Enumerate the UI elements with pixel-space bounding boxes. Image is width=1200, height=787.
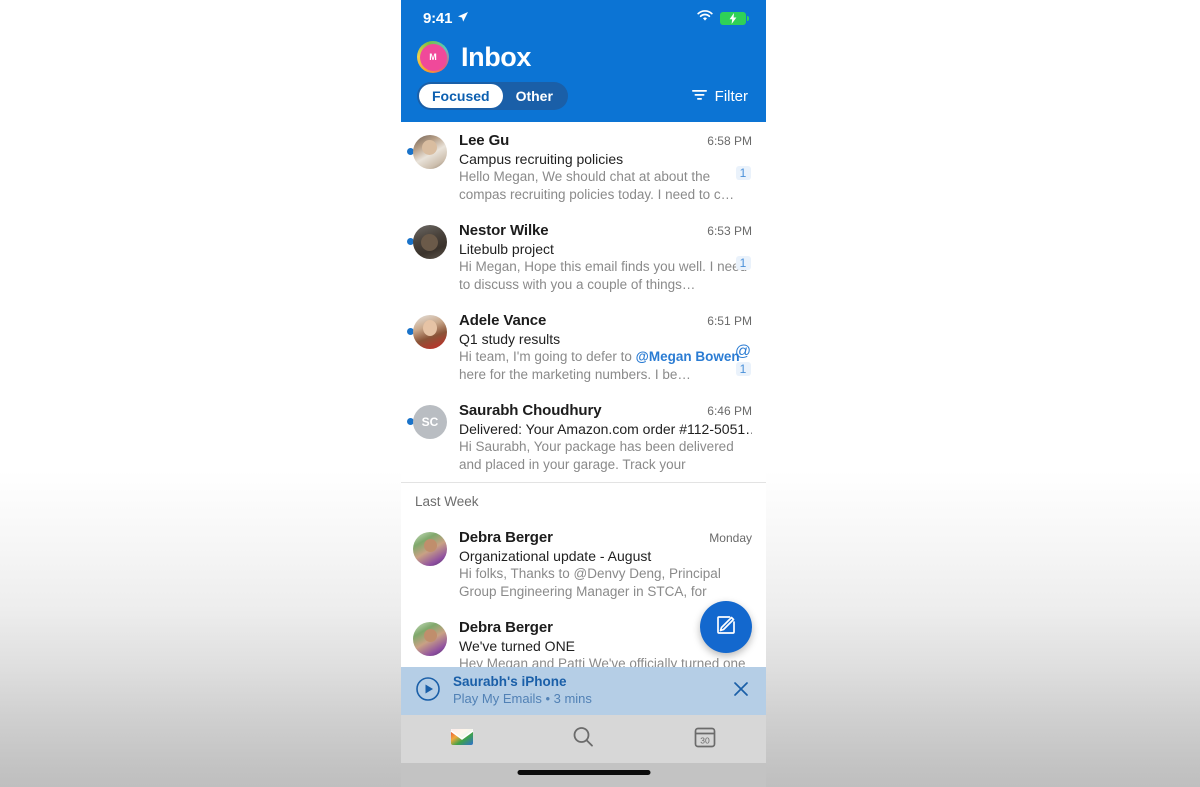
timestamp: 6:46 PM bbox=[707, 404, 752, 418]
message-count-badge: 1 bbox=[735, 362, 751, 376]
preview-text: Hi team, I'm going to defer to @Megan Bo… bbox=[459, 348, 752, 383]
sender-name: Adele Vance bbox=[459, 312, 547, 329]
page-background: 9:41 M Inbox Focused Other Filter Lee Gu… bbox=[0, 0, 1200, 787]
table-row[interactable]: Lee Gu 6:58 PM Campus recruiting policie… bbox=[401, 122, 766, 212]
avatar[interactable]: M bbox=[417, 41, 449, 73]
home-indicator bbox=[517, 770, 650, 775]
message-header: Saurabh Choudhury 6:46 PM bbox=[459, 402, 752, 419]
sender-name: Debra Berger bbox=[459, 619, 553, 636]
filter-icon bbox=[691, 88, 708, 105]
subject-line: Organizational update - August bbox=[459, 548, 652, 564]
badge-column: @ 1 bbox=[732, 344, 754, 378]
message-content: Nestor Wilke 6:53 PM Litebulb project Hi… bbox=[459, 222, 752, 294]
avatar-initial: M bbox=[419, 43, 447, 71]
preview-text: Hi Saurabh, Your package has been delive… bbox=[459, 438, 752, 474]
timestamp: 6:53 PM bbox=[707, 224, 752, 238]
message-header: Debra Berger Monday bbox=[459, 529, 752, 546]
status-time: 9:41 bbox=[423, 9, 453, 27]
message-content: Saurabh Choudhury 6:46 PM Delivered: You… bbox=[459, 402, 752, 474]
status-bar: 9:41 bbox=[401, 0, 766, 36]
avatar[interactable] bbox=[413, 135, 447, 169]
header-title-row: M Inbox bbox=[417, 36, 748, 73]
preview-line-2: and placed in your garage. Track your pa… bbox=[459, 456, 686, 472]
badge-column: 1 bbox=[732, 164, 754, 182]
table-row[interactable]: Adele Vance 6:51 PM Q1 study results Hi … bbox=[401, 302, 766, 392]
subject-line: Litebulb project bbox=[459, 241, 554, 257]
avatar[interactable] bbox=[413, 532, 447, 566]
header-controls: Focused Other Filter bbox=[417, 82, 748, 110]
location-arrow-icon bbox=[457, 10, 469, 27]
filter-button[interactable]: Filter bbox=[691, 88, 748, 105]
preview-text: Hi Megan, Hope this email finds you well… bbox=[459, 258, 752, 293]
subject-line: Campus recruiting policies bbox=[459, 151, 624, 167]
avatar[interactable]: SC bbox=[413, 405, 447, 439]
section-header-last-week: Last Week bbox=[401, 483, 766, 519]
timestamp: Monday bbox=[709, 531, 752, 545]
compose-pencil-icon bbox=[714, 613, 738, 642]
page-title: Inbox bbox=[461, 41, 531, 72]
tab-other[interactable]: Other bbox=[503, 84, 566, 108]
preview-line-1: Hi folks, Thanks to @Denvy Deng, Princip… bbox=[459, 566, 721, 581]
message-header: Lee Gu 6:58 PM bbox=[459, 132, 752, 149]
play-circle-icon[interactable] bbox=[415, 676, 441, 707]
phone-screen: 9:41 M Inbox Focused Other Filter Lee Gu… bbox=[401, 0, 766, 787]
calendar-tab[interactable]: 30 bbox=[675, 722, 735, 756]
player-device-title: Saurabh's iPhone bbox=[453, 674, 567, 690]
filter-label: Filter bbox=[714, 87, 748, 105]
subject-line: Q1 study results bbox=[459, 331, 561, 347]
svg-text:30: 30 bbox=[700, 735, 710, 745]
timestamp: 6:58 PM bbox=[707, 134, 752, 148]
pivot-control: Focused Other bbox=[417, 82, 568, 110]
outlook-mail-icon bbox=[450, 727, 474, 752]
preview-text: Hi folks, Thanks to @Denvy Deng, Princip… bbox=[459, 565, 752, 601]
table-row[interactable]: SC Saurabh Choudhury 6:46 PM Delivered: … bbox=[401, 392, 766, 482]
sender-name: Debra Berger bbox=[459, 529, 553, 546]
message-count-badge: 1 bbox=[735, 166, 751, 180]
table-row[interactable]: Nestor Wilke 6:53 PM Litebulb project Hi… bbox=[401, 212, 766, 302]
message-content: Debra Berger Monday Organizational updat… bbox=[459, 529, 752, 601]
sender-name: Saurabh Choudhury bbox=[459, 402, 602, 419]
compose-button[interactable] bbox=[700, 601, 752, 653]
tab-bar[interactable]: 30 bbox=[401, 715, 766, 763]
message-header: Adele Vance 6:51 PM bbox=[459, 312, 752, 329]
preview-line-1: Hi Saurabh, Your package has been delive… bbox=[459, 439, 734, 454]
subject-line: Delivered: Your Amazon.com order #112-50… bbox=[459, 421, 752, 437]
badge-column: 1 bbox=[732, 254, 754, 272]
message-count-badge: 1 bbox=[735, 256, 751, 270]
avatar[interactable] bbox=[413, 225, 447, 259]
sender-name: Lee Gu bbox=[459, 132, 510, 149]
avatar[interactable] bbox=[413, 622, 447, 656]
preview-suffix: here for the marketing numbers. I be… bbox=[459, 366, 691, 382]
message-content: Adele Vance 6:51 PM Q1 study results Hi … bbox=[459, 312, 752, 384]
message-content: Lee Gu 6:58 PM Campus recruiting policie… bbox=[459, 132, 752, 204]
preview-line-1: Hello Megan, We should chat at about the bbox=[459, 169, 711, 184]
table-row[interactable]: Debra Berger Monday Organizational updat… bbox=[401, 519, 766, 609]
avatar-initials: SC bbox=[421, 415, 439, 429]
status-bar-left: 9:41 bbox=[423, 10, 469, 27]
player-text: Saurabh's iPhone Play My Emails • 3 mins bbox=[453, 674, 732, 707]
search-tab[interactable] bbox=[553, 722, 613, 756]
battery-charging-icon bbox=[720, 11, 749, 25]
close-icon[interactable] bbox=[732, 680, 750, 703]
preview-line-2: Group Engineering Manager in STCA, for s… bbox=[459, 583, 707, 599]
app-header: M Inbox Focused Other Filter bbox=[401, 36, 766, 122]
message-header: Nestor Wilke 6:53 PM bbox=[459, 222, 752, 239]
mention-token-1: @Megan bbox=[635, 349, 692, 364]
avatar[interactable] bbox=[413, 315, 447, 349]
sender-name: Nestor Wilke bbox=[459, 222, 549, 239]
player-subtitle: Play My Emails • 3 mins bbox=[453, 691, 592, 707]
preview-line-2: compas recruiting policies today. I need… bbox=[459, 186, 735, 202]
search-icon bbox=[571, 725, 595, 754]
calendar-30-icon: 30 bbox=[693, 725, 717, 754]
tab-focused[interactable]: Focused bbox=[419, 84, 503, 108]
status-bar-right bbox=[697, 9, 749, 27]
timestamp: 6:51 PM bbox=[707, 314, 752, 328]
preview-line-1: Hi Megan, Hope this email finds you well… bbox=[459, 259, 714, 274]
mail-tab[interactable] bbox=[432, 722, 492, 756]
play-my-emails-bar[interactable]: Saurabh's iPhone Play My Emails • 3 mins bbox=[401, 667, 766, 715]
at-mention-icon: @ bbox=[734, 343, 752, 360]
preview-text: Hello Megan, We should chat at about the… bbox=[459, 168, 752, 203]
preview-prefix: Hi team, I'm going to defer to bbox=[459, 349, 636, 364]
wifi-icon bbox=[697, 9, 713, 27]
